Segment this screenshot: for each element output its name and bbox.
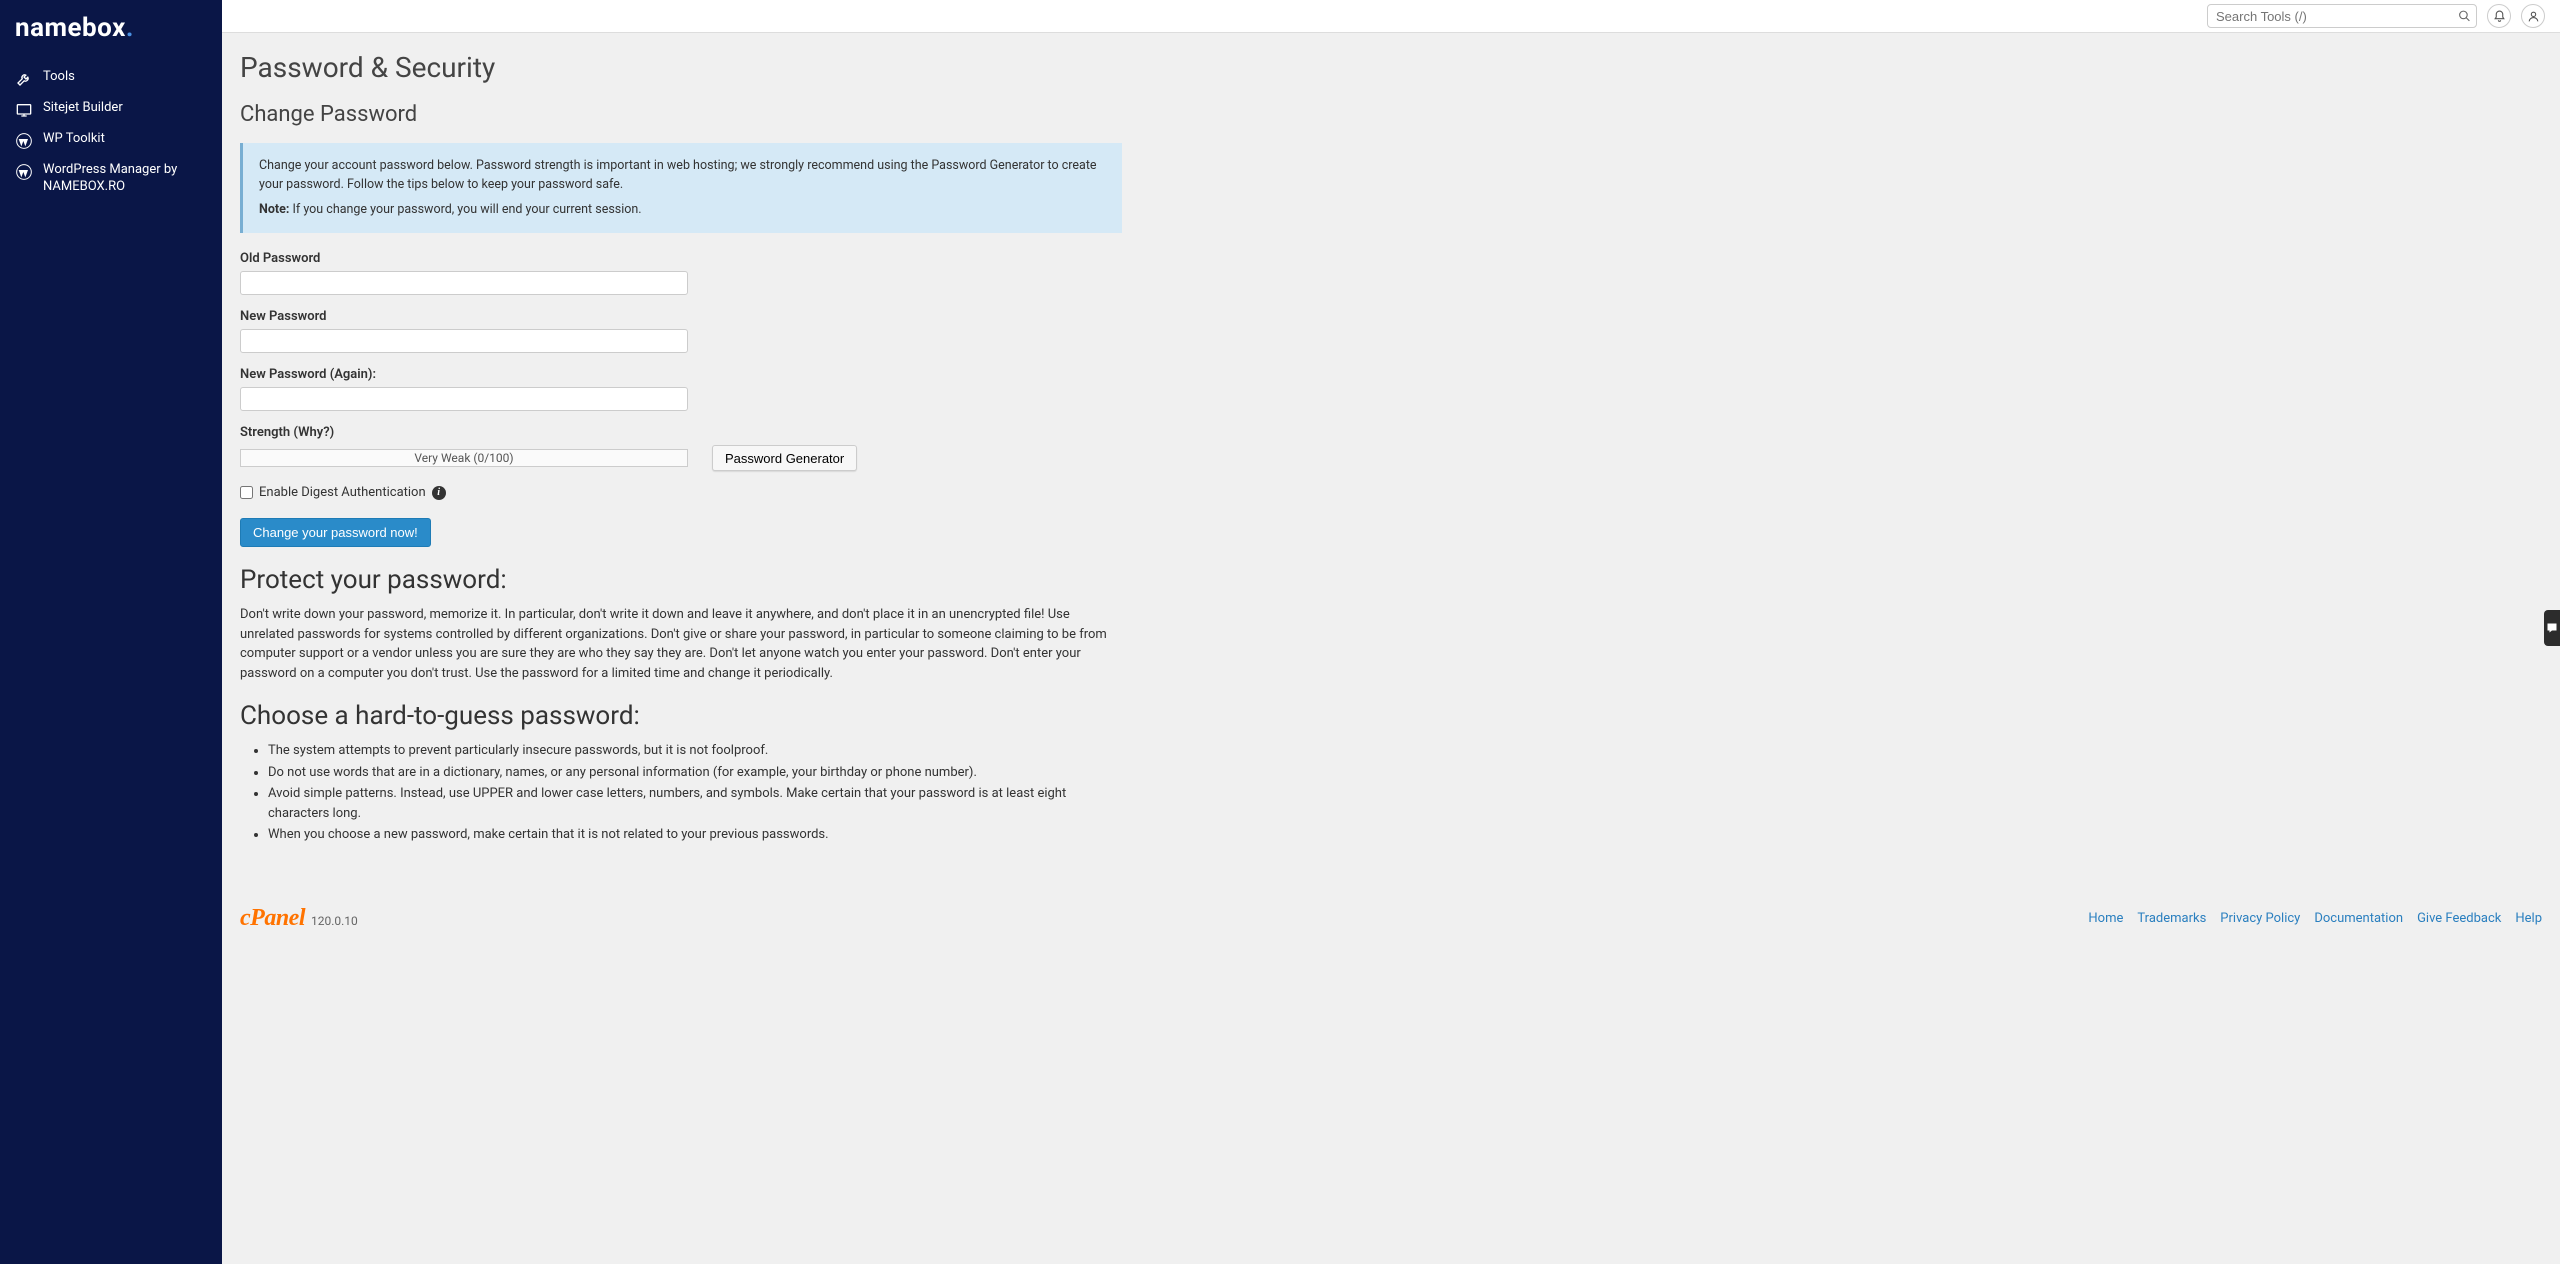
protect-body: Don't write down your password, memorize… — [240, 605, 1122, 683]
footer-link-trademarks[interactable]: Trademarks — [2137, 911, 2206, 926]
search-input[interactable] — [2207, 4, 2477, 28]
sidebar-nav: Tools Sitejet Builder WP Toolkit WordPre… — [0, 55, 222, 210]
wordpress-icon — [15, 132, 33, 150]
new-password-again-label: New Password (Again): — [240, 367, 1122, 382]
sidebar-item-tools[interactable]: Tools — [0, 63, 222, 94]
notifications-button[interactable] — [2487, 4, 2511, 28]
footer-link-home[interactable]: Home — [2088, 911, 2123, 926]
brand-dot: . — [126, 13, 134, 43]
topbar — [222, 0, 2560, 33]
sidebar-item-label: Sitejet Builder — [43, 100, 123, 117]
content: Password & Security Change Password Chan… — [222, 33, 1140, 887]
footer: cPanel 120.0.10 Home Trademarks Privacy … — [222, 887, 2560, 950]
info-callout: Change your account password below. Pass… — [240, 143, 1122, 233]
tip-item: Avoid simple patterns. Instead, use UPPE… — [268, 784, 1122, 823]
footer-links: Home Trademarks Privacy Policy Documenta… — [2088, 911, 2542, 926]
sidebar-item-wptoolkit[interactable]: WP Toolkit — [0, 125, 222, 156]
cpanel-version: 120.0.10 — [311, 914, 358, 928]
tip-item: When you choose a new password, make cer… — [268, 825, 1122, 845]
cpanel-logo[interactable]: cPanel — [240, 905, 305, 932]
sitejet-icon — [15, 101, 33, 119]
strength-meter: Very Weak (0/100) — [240, 449, 688, 467]
choose-heading: Choose a hard-to-guess password: — [240, 701, 1122, 731]
sidebar-item-label: WP Toolkit — [43, 131, 105, 148]
tools-icon — [15, 70, 33, 88]
wordpress-icon — [15, 163, 33, 181]
info-note-rest: If you change your password, you will en… — [289, 202, 641, 217]
tips-list: The system attempts to prevent particula… — [268, 741, 1122, 845]
page-title: Password & Security — [240, 51, 1122, 84]
strength-text: Very Weak (0/100) — [414, 451, 513, 465]
new-password-again-input[interactable] — [240, 387, 688, 411]
footer-link-documentation[interactable]: Documentation — [2314, 911, 2403, 926]
sidebar: namebox. Tools Sitejet Builder WP Toolki… — [0, 0, 222, 1264]
strength-label-text: Strength (Why?) — [240, 425, 334, 440]
search-icon[interactable] — [2458, 10, 2471, 23]
footer-link-privacy[interactable]: Privacy Policy — [2220, 911, 2300, 926]
footer-link-feedback[interactable]: Give Feedback — [2417, 911, 2501, 926]
sidebar-item-sitejet[interactable]: Sitejet Builder — [0, 94, 222, 125]
info-text-2: Note: If you change your password, you w… — [259, 201, 1106, 220]
new-password-input[interactable] — [240, 329, 688, 353]
change-password-submit[interactable]: Change your password now! — [240, 518, 431, 547]
old-password-input[interactable] — [240, 271, 688, 295]
info-note-label: Note: — [259, 202, 289, 217]
sidebar-item-label: WordPress Manager by NAMEBOX.RO — [43, 162, 207, 196]
brand-logo[interactable]: namebox. — [0, 0, 222, 55]
info-icon[interactable]: i — [432, 486, 446, 500]
sidebar-item-label: Tools — [43, 69, 75, 86]
old-password-label: Old Password — [240, 251, 1122, 266]
footer-link-help[interactable]: Help — [2515, 911, 2542, 926]
user-icon — [2527, 10, 2540, 23]
change-password-heading: Change Password — [240, 102, 1122, 127]
user-menu-button[interactable] — [2521, 4, 2545, 28]
tip-item: The system attempts to prevent particula… — [268, 741, 1122, 761]
brand-name: namebox — [15, 13, 126, 43]
feedback-icon — [2546, 622, 2558, 634]
tip-item: Do not use words that are in a dictionar… — [268, 763, 1122, 783]
feedback-side-tab[interactable] — [2544, 610, 2560, 646]
bell-icon — [2493, 10, 2506, 23]
digest-auth-label: Enable Digest Authentication — [259, 485, 426, 500]
search-wrap — [2207, 4, 2477, 28]
strength-label: Strength (Why?) — [240, 425, 1122, 440]
sidebar-item-wpmanager[interactable]: WordPress Manager by NAMEBOX.RO — [0, 156, 222, 202]
password-generator-button[interactable]: Password Generator — [712, 445, 857, 471]
info-text-1: Change your account password below. Pass… — [259, 157, 1106, 195]
protect-heading: Protect your password: — [240, 565, 1122, 595]
new-password-label: New Password — [240, 309, 1122, 324]
digest-auth-checkbox[interactable] — [240, 486, 253, 499]
